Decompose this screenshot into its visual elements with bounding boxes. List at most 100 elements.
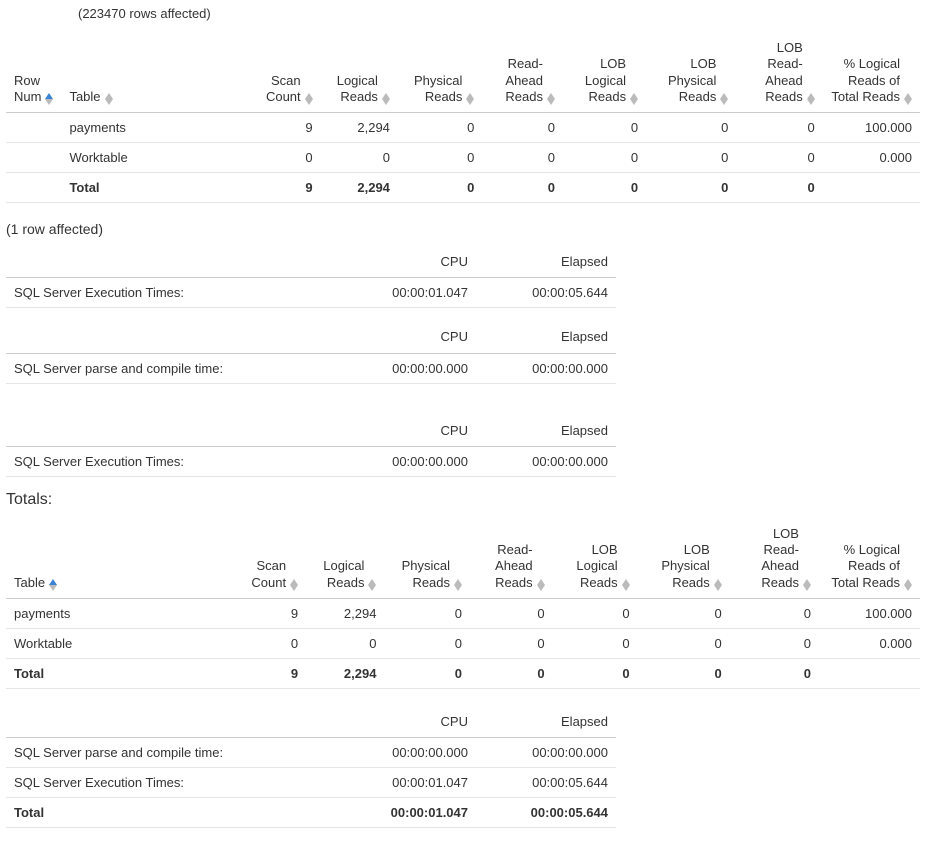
cell-rownum <box>6 143 61 173</box>
table-row: SQL Server Execution Times: 00:00:00.000… <box>6 446 616 476</box>
sort-icon <box>904 93 912 105</box>
col-cpu: CPU <box>336 247 476 278</box>
cell-pct: 0.000 <box>819 628 920 658</box>
cell-loblogical: 0 <box>553 598 638 628</box>
cell-lobreadahead: 0 <box>730 598 819 628</box>
col-scan-count[interactable]: Scan Count <box>236 519 306 599</box>
col-label: Physical Reads <box>406 73 462 106</box>
sort-icon <box>547 93 555 105</box>
col-lob-read-ahead-reads[interactable]: LOB Read-Ahead Reads <box>736 33 822 113</box>
col-logical-reads[interactable]: Logical Reads <box>306 519 384 599</box>
cell-cpu: 00:00:01.047 <box>336 768 476 798</box>
table-row: SQL Server Execution Times: 00:00:01.047… <box>6 278 616 308</box>
col-lob-physical-reads[interactable]: LOB Physical Reads <box>646 33 736 113</box>
col-table[interactable]: Table <box>6 519 236 599</box>
col-table[interactable]: Table <box>61 33 251 113</box>
col-label: Table <box>14 575 45 591</box>
cell-label: SQL Server parse and compile time: <box>6 738 336 768</box>
col-label: LOB Logical Reads <box>561 542 618 591</box>
cell-label: SQL Server Execution Times: <box>6 446 336 476</box>
cell-readahead: 0 <box>470 628 553 658</box>
cell-lobphysical: 0 <box>638 658 730 688</box>
io-stats-table-1: Row Num Table Scan Count <box>6 33 920 203</box>
col-label: % Logical Reads of Total Reads <box>827 542 900 591</box>
sort-icon <box>382 93 390 105</box>
cell-pct: 100.000 <box>823 113 920 143</box>
col-scan-count[interactable]: Scan Count <box>251 33 320 113</box>
col-read-ahead-reads[interactable]: Read-Ahead Reads <box>482 33 563 113</box>
cell-table: Total <box>6 658 236 688</box>
cell-rownum <box>6 113 61 143</box>
cell-logical: 2,294 <box>306 598 384 628</box>
col-logical-reads[interactable]: Logical Reads <box>321 33 398 113</box>
cell-lobreadahead: 0 <box>730 658 819 688</box>
col-lob-physical-reads[interactable]: LOB Physical Reads <box>638 519 730 599</box>
col-physical-reads[interactable]: Physical Reads <box>384 519 470 599</box>
cell-lobphysical: 0 <box>646 173 736 203</box>
col-label: LOB Read-Ahead Reads <box>738 526 799 591</box>
col-pct-logical-reads[interactable]: % Logical Reads of Total Reads <box>819 519 920 599</box>
sort-icon <box>368 579 376 591</box>
table-row: payments 9 2,294 0 0 0 0 0 100.000 <box>6 113 920 143</box>
cell-lobreadahead: 0 <box>736 143 822 173</box>
cell-pct <box>819 658 920 688</box>
col-elapsed: Elapsed <box>476 322 616 353</box>
table-row: Worktable 0 0 0 0 0 0 0 0.000 <box>6 143 920 173</box>
col-read-ahead-reads[interactable]: Read-Ahead Reads <box>470 519 553 599</box>
cell-scan: 9 <box>236 658 306 688</box>
col-pct-logical-reads[interactable]: % Logical Reads of Total Reads <box>823 33 920 113</box>
cell-scan: 0 <box>251 143 320 173</box>
col-lob-logical-reads[interactable]: LOB Logical Reads <box>563 33 646 113</box>
cell-lobphysical: 0 <box>646 143 736 173</box>
sort-icon <box>466 93 474 105</box>
sort-icon <box>904 579 912 591</box>
col-elapsed: Elapsed <box>476 707 616 738</box>
cell-readahead: 0 <box>482 173 563 203</box>
cell-logical: 0 <box>321 143 398 173</box>
sort-icon <box>45 93 53 105</box>
cell-lobreadahead: 0 <box>736 173 822 203</box>
cell-elapsed: 00:00:00.000 <box>476 353 616 383</box>
cell-pct <box>823 173 920 203</box>
cell-readahead: 0 <box>482 113 563 143</box>
col-blank <box>6 247 336 278</box>
table-row: payments 9 2,294 0 0 0 0 0 100.000 <box>6 598 920 628</box>
cell-pct: 100.000 <box>819 598 920 628</box>
cell-lobreadahead: 0 <box>730 628 819 658</box>
sort-icon <box>305 93 313 105</box>
cell-logical: 2,294 <box>306 658 384 688</box>
cell-table: Worktable <box>6 628 236 658</box>
col-blank <box>6 707 336 738</box>
cell-physical: 0 <box>398 173 482 203</box>
sort-icon <box>105 93 113 105</box>
totals-label: Totals: <box>6 491 920 509</box>
col-label: LOB Read-Ahead Reads <box>744 40 802 105</box>
cell-pct: 0.000 <box>823 143 920 173</box>
sort-icon <box>454 579 462 591</box>
cell-readahead: 0 <box>470 658 553 688</box>
cell-label: SQL Server Execution Times: <box>6 768 336 798</box>
cell-table: payments <box>61 113 251 143</box>
cell-scan: 9 <box>251 113 320 143</box>
cell-readahead: 0 <box>470 598 553 628</box>
col-label: Table <box>69 89 100 105</box>
cell-table: Total <box>61 173 251 203</box>
cell-lobphysical: 0 <box>638 598 730 628</box>
sort-icon <box>807 93 815 105</box>
col-row-num[interactable]: Row Num <box>6 33 61 113</box>
io-stats-table-totals: Table Scan Count Logical Reads <box>6 519 920 689</box>
col-physical-reads[interactable]: Physical Reads <box>398 33 482 113</box>
cell-loblogical: 0 <box>553 628 638 658</box>
col-label: % Logical Reads of Total Reads <box>831 56 900 105</box>
sort-icon <box>290 579 298 591</box>
col-lob-read-ahead-reads[interactable]: LOB Read-Ahead Reads <box>730 519 819 599</box>
sort-icon <box>630 93 638 105</box>
col-label: Scan Count <box>259 73 300 106</box>
col-lob-logical-reads[interactable]: LOB Logical Reads <box>553 519 638 599</box>
cell-logical: 2,294 <box>321 113 398 143</box>
col-cpu: CPU <box>336 416 476 447</box>
cell-cpu: 00:00:01.047 <box>336 278 476 308</box>
cell-scan: 9 <box>251 173 320 203</box>
table-row: SQL Server Execution Times: 00:00:01.047… <box>6 768 616 798</box>
cell-physical: 0 <box>384 658 470 688</box>
